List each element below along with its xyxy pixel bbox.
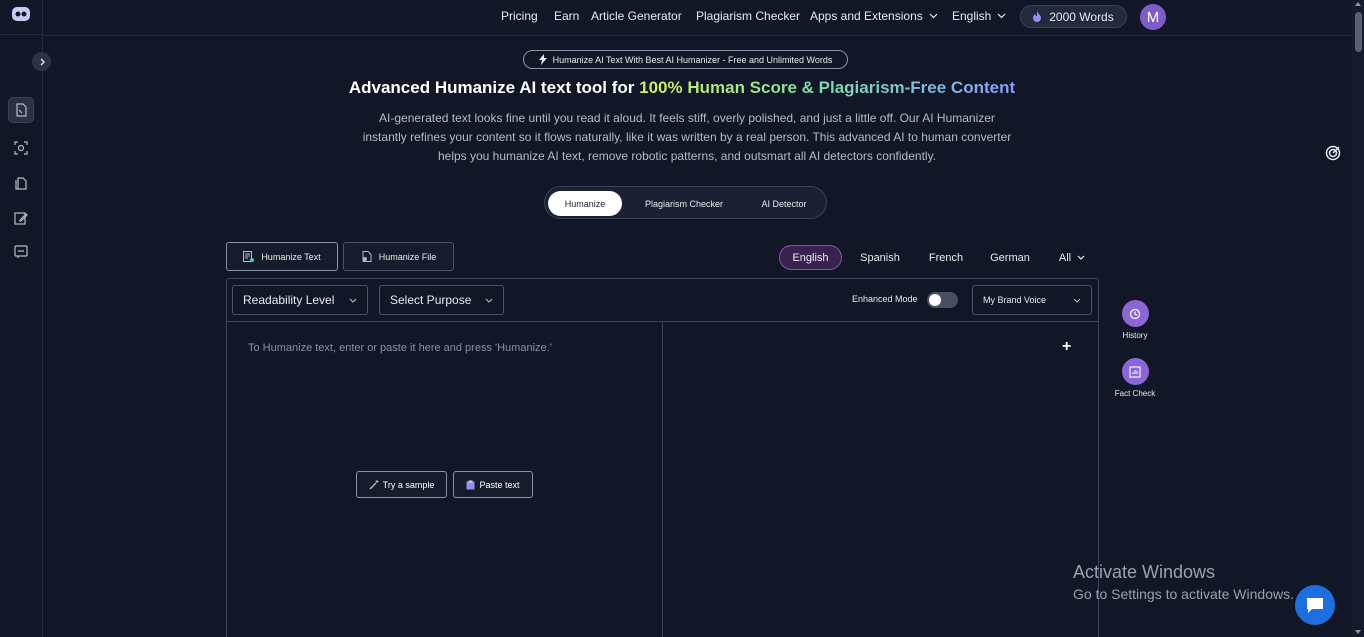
nav-article-generator[interactable]: Article Generator — [591, 9, 682, 23]
chevron-down-icon — [1077, 255, 1085, 260]
chevron-down-icon — [929, 13, 938, 19]
pane-divider — [662, 322, 663, 637]
lang-french[interactable]: French — [920, 245, 972, 270]
rail-humanizer-icon[interactable] — [8, 97, 34, 123]
scrollbar-thumb[interactable] — [1355, 12, 1362, 52]
title-plain: Advanced Humanize AI text tool for — [348, 78, 640, 97]
paste-text-label: Paste text — [479, 479, 520, 490]
chevron-down-icon — [485, 298, 493, 303]
try-sample-button[interactable]: Try a sample — [356, 471, 447, 498]
page-title: Advanced Humanize AI text tool for 100% … — [0, 78, 1364, 98]
lang-all-dropdown[interactable]: All — [1052, 245, 1092, 270]
tab-ai-detector[interactable]: AI Detector — [745, 191, 823, 216]
chevron-right-icon — [40, 58, 45, 65]
chevron-down-icon — [997, 13, 1006, 19]
lang-all-label: All — [1058, 251, 1072, 264]
add-output-button[interactable]: + — [1062, 338, 1071, 356]
top-navigation: Pricing Earn Article Generator Plagiaris… — [43, 0, 1352, 36]
rail-chat-icon[interactable] — [8, 239, 34, 265]
user-avatar[interactable]: M — [1140, 4, 1166, 30]
title-highlight: 100% Human Score & Plagiarism-Free Conte… — [639, 78, 1016, 97]
paste-text-button[interactable]: Paste text — [453, 471, 533, 498]
bar-chart-icon — [1129, 365, 1141, 378]
expand-sidebar-button[interactable] — [32, 52, 51, 71]
clipboard-icon — [466, 480, 475, 489]
lang-german[interactable]: German — [984, 245, 1036, 270]
humanize-file-tab[interactable]: Humanize File — [343, 242, 454, 271]
rail-divider — [0, 34, 43, 35]
magic-wand-icon — [369, 479, 379, 489]
chevron-down-icon — [1073, 298, 1081, 303]
target-icon[interactable] — [1325, 145, 1341, 161]
humanize-text-label: Humanize Text — [261, 251, 321, 262]
history-button[interactable]: History — [1110, 300, 1160, 340]
chevron-down-icon — [349, 298, 357, 303]
readability-select[interactable]: Readability Level — [232, 285, 368, 315]
watermark-line2: Go to Settings to activate Windows. — [1073, 586, 1294, 602]
history-icon-circle — [1121, 300, 1149, 327]
mode-tabs: Humanize Plagiarism Checker AI Detector — [544, 186, 827, 219]
lang-spanish[interactable]: Spanish — [853, 245, 907, 270]
humanizer-editor: Readability Level Select Purpose Enhance… — [226, 278, 1099, 637]
promo-badge-text: Humanize AI Text With Best AI Humanizer … — [552, 54, 833, 65]
history-icon — [1129, 308, 1141, 319]
history-label: History — [1122, 331, 1148, 340]
humanize-file-label: Humanize File — [378, 251, 437, 262]
scroll-down-icon[interactable] — [1355, 630, 1361, 634]
file-upload-icon — [362, 251, 372, 262]
nav-apps-extensions[interactable]: Apps and Extensions — [810, 9, 938, 23]
fact-check-button[interactable]: Fact Check — [1110, 358, 1160, 398]
rail-editor-icon[interactable] — [8, 205, 34, 231]
try-sample-label: Try a sample — [382, 479, 435, 490]
enhanced-mode-label: Enhanced Mode — [852, 294, 918, 304]
lightning-icon — [538, 54, 547, 65]
lang-english[interactable]: English — [779, 245, 842, 270]
nav-plagiarism-checker[interactable]: Plagiarism Checker — [696, 9, 800, 23]
nav-language-select[interactable]: English — [952, 9, 1006, 23]
enhanced-mode-toggle[interactable] — [927, 292, 958, 308]
watermark-line1: Activate Windows — [1073, 562, 1216, 582]
nav-language-label: English — [952, 9, 992, 23]
rail-plagiarism-icon[interactable] — [8, 170, 34, 196]
fact-check-icon-circle — [1121, 358, 1149, 385]
chat-bubble-icon — [1307, 598, 1323, 613]
promo-badge: Humanize AI Text With Best AI Humanizer … — [523, 50, 848, 69]
app-logo-icon[interactable] — [12, 7, 30, 21]
purpose-label: Select Purpose — [390, 293, 472, 307]
hero-description: AI-generated text looks fine until you r… — [362, 111, 1012, 163]
brand-voice-label: My Brand Voice — [983, 295, 1047, 305]
words-count: 2000 Words — [1049, 9, 1114, 24]
input-textarea[interactable]: To Humanize text, enter or paste it here… — [248, 342, 552, 354]
humanize-text-tab[interactable]: Humanize Text — [226, 242, 338, 271]
purpose-select[interactable]: Select Purpose — [379, 285, 504, 315]
brand-voice-select[interactable]: My Brand Voice — [972, 285, 1092, 315]
flame-icon — [1033, 11, 1042, 22]
nav-earn[interactable]: Earn — [554, 9, 579, 23]
readability-label: Readability Level — [243, 293, 335, 307]
fact-check-label: Fact Check — [1114, 389, 1156, 398]
nav-pricing[interactable]: Pricing — [501, 9, 538, 23]
tab-plagiarism-checker[interactable]: Plagiarism Checker — [631, 191, 737, 216]
chat-widget-button[interactable] — [1295, 585, 1335, 625]
rail-detector-icon[interactable] — [8, 135, 34, 161]
words-balance-button[interactable]: 2000 Words — [1020, 5, 1127, 28]
scroll-up-icon[interactable] — [1355, 2, 1361, 6]
nav-apps-label: Apps and Extensions — [810, 9, 923, 23]
tab-humanize[interactable]: Humanize — [548, 191, 622, 216]
text-doc-icon — [243, 251, 255, 262]
windows-activation-watermark: Activate Windows Go to Settings to activ… — [1073, 562, 1294, 602]
toggle-knob — [929, 294, 941, 306]
